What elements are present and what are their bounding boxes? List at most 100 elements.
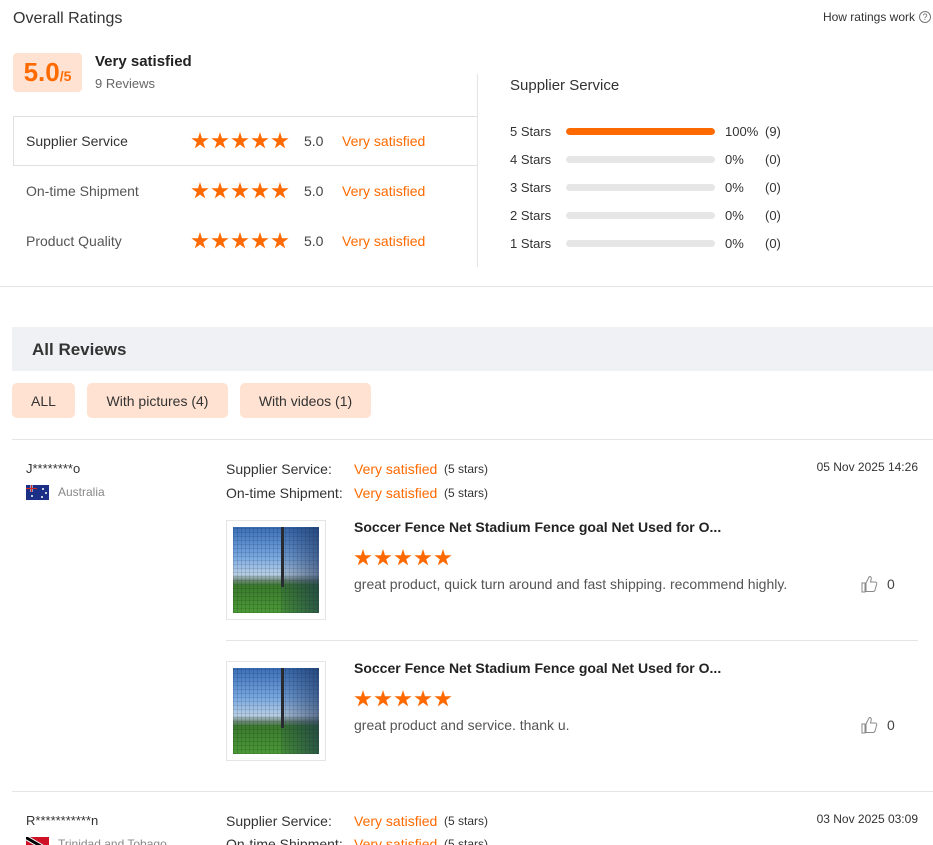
overall-score-badge: 5.0 /5 <box>13 53 82 92</box>
rating-row-on-time-shipment[interactable]: On-time Shipment 5.0 Very satisfied <box>26 181 425 201</box>
star-icon <box>271 232 289 249</box>
star-icon <box>414 690 432 707</box>
meta-value: Very satisfied <box>354 461 438 477</box>
product-thumbnail[interactable] <box>226 520 326 620</box>
product-thumbnail[interactable] <box>226 661 326 761</box>
like-count: 0 <box>887 717 895 733</box>
breakdown-row-2: 2 Stars 0% (0) <box>510 207 781 223</box>
rating-score: 5.0 <box>304 233 324 249</box>
review-text: great product, quick turn around and fas… <box>354 576 788 592</box>
review-date: 05 Nov 2025 14:26 <box>816 460 918 474</box>
overall-score-suffix: /5 <box>59 68 72 84</box>
meta-stars: (5 stars) <box>444 814 489 828</box>
progress-bar <box>566 239 715 247</box>
filter-with-videos-button[interactable]: With videos (1) <box>240 383 371 418</box>
star-icon <box>191 232 209 249</box>
meta-stars: (5 stars) <box>444 486 489 500</box>
star-icon <box>271 182 289 199</box>
meta-label: Supplier Service: <box>226 813 332 829</box>
thumbs-up-icon[interactable] <box>861 716 878 734</box>
breakdown-label: 2 Stars <box>510 207 552 223</box>
breakdown-percent: 0% <box>725 179 744 195</box>
divider <box>477 74 478 267</box>
rating-stars <box>191 182 289 200</box>
product-image[interactable] <box>233 527 319 613</box>
meta-stars: (5 stars) <box>444 462 489 476</box>
breakdown-count: (0) <box>765 235 781 251</box>
overall-satisfaction: Very satisfied <box>95 53 192 70</box>
review-stars <box>354 690 452 708</box>
progress-bar <box>566 127 715 135</box>
thumbs-up-icon[interactable] <box>861 575 878 593</box>
reviewer-name: R***********n <box>26 813 99 828</box>
divider <box>226 640 918 641</box>
breakdown-title: Supplier Service <box>510 77 620 94</box>
product-image[interactable] <box>233 668 319 754</box>
meta-label: On-time Shipment: <box>226 836 343 845</box>
star-icon <box>191 182 209 199</box>
how-ratings-work-link[interactable]: How ratings work ? <box>823 10 931 24</box>
meta-label: On-time Shipment: <box>226 485 343 501</box>
rating-score: 5.0 <box>304 133 324 149</box>
star-icon <box>374 690 392 707</box>
rating-row-product-quality[interactable]: Product Quality 5.0 Very satisfied <box>26 231 425 251</box>
progress-bar <box>566 155 715 163</box>
breakdown-count: (0) <box>765 207 781 223</box>
star-icon <box>354 690 372 707</box>
meta-stars: (5 stars) <box>444 837 489 845</box>
breakdown-label: 1 Stars <box>510 235 552 251</box>
all-reviews-title: All Reviews <box>32 340 127 359</box>
reviewer-country: Australia <box>58 485 105 499</box>
rating-satisfaction: Very satisfied <box>342 183 426 199</box>
progress-bar <box>566 183 715 191</box>
how-ratings-work-label[interactable]: How ratings work <box>823 10 915 24</box>
breakdown-label: 3 Stars <box>510 179 552 195</box>
review-text: great product and service. thank u. <box>354 717 570 733</box>
product-title[interactable]: Soccer Fence Net Stadium Fence goal Net … <box>354 519 721 535</box>
star-icon <box>434 690 452 707</box>
star-icon <box>211 182 229 199</box>
like-button[interactable]: 0 <box>861 575 895 593</box>
breakdown-percent: 100% <box>725 123 759 139</box>
reviewer-name: J********o <box>26 461 81 476</box>
rating-row-supplier-service[interactable]: Supplier Service 5.0 Very satisfied <box>26 131 425 151</box>
breakdown-row-3: 3 Stars 0% (0) <box>510 179 781 195</box>
star-icon <box>374 549 392 566</box>
rating-satisfaction: Very satisfied <box>342 133 426 149</box>
star-icon <box>434 549 452 566</box>
breakdown-label: 5 Stars <box>510 123 552 139</box>
progress-bar <box>566 211 715 219</box>
star-icon <box>231 232 249 249</box>
rating-score: 5.0 <box>304 183 324 199</box>
like-button[interactable]: 0 <box>861 716 895 734</box>
star-icon <box>251 232 269 249</box>
breakdown-count: (0) <box>765 179 781 195</box>
filter-with-pictures-button[interactable]: With pictures (4) <box>87 383 228 418</box>
breakdown-percent: 0% <box>725 235 744 251</box>
divider <box>12 439 933 440</box>
reviewer-country: Trinidad and Tobago <box>58 837 167 845</box>
all-reviews-header: All Reviews <box>12 327 933 371</box>
review-date: 03 Nov 2025 03:09 <box>816 812 918 826</box>
breakdown-row-1: 1 Stars 0% (0) <box>510 235 781 251</box>
star-icon <box>211 132 229 149</box>
rating-label: On-time Shipment <box>26 183 139 199</box>
star-icon <box>251 182 269 199</box>
help-icon[interactable]: ? <box>919 11 931 23</box>
rating-satisfaction: Very satisfied <box>342 233 426 249</box>
star-icon <box>271 132 289 149</box>
breakdown-row-5: 5 Stars 100% (9) <box>510 123 781 139</box>
rating-stars <box>191 232 289 250</box>
flag-trinidad-icon <box>26 837 49 845</box>
rating-stars <box>191 132 289 150</box>
breakdown-row-4: 4 Stars 0% (0) <box>510 151 781 167</box>
product-title[interactable]: Soccer Fence Net Stadium Fence goal Net … <box>354 660 721 676</box>
flag-australia-icon <box>26 485 49 500</box>
star-icon <box>251 132 269 149</box>
star-icon <box>231 182 249 199</box>
star-icon <box>231 132 249 149</box>
rating-label: Supplier Service <box>26 133 128 149</box>
meta-value: Very satisfied <box>354 485 438 501</box>
filter-all-button[interactable]: ALL <box>12 383 75 418</box>
breakdown-percent: 0% <box>725 207 744 223</box>
